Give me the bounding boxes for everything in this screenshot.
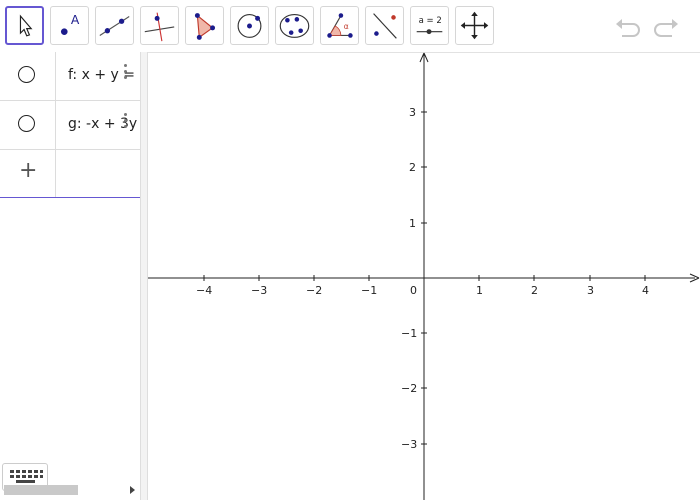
angle-icon: α xyxy=(327,13,353,38)
x-tick-label: 2 xyxy=(531,284,538,297)
move-graphics-view-tool-button[interactable] xyxy=(455,6,494,45)
perpendicular-line-tool-button[interactable] xyxy=(140,6,179,45)
point-tool-label: A xyxy=(71,13,80,27)
x-tick-label: −3 xyxy=(251,284,267,297)
move-tool-button[interactable] xyxy=(5,6,44,45)
x-tick-label: −1 xyxy=(361,284,377,297)
move-arrows-icon xyxy=(460,11,489,40)
x-tick-label: −2 xyxy=(306,284,322,297)
y-tick-label: −2 xyxy=(401,382,417,395)
point-tool-button[interactable]: A xyxy=(50,6,89,45)
view-divider[interactable] xyxy=(140,52,148,500)
angle-tool-button[interactable]: α xyxy=(320,6,359,45)
horizontal-scrollbar[interactable] xyxy=(0,485,140,495)
algebra-item-g[interactable]: g: -x + 3y xyxy=(0,101,140,150)
polygon-icon xyxy=(194,13,216,40)
algebra-item-f[interactable]: f: x + y = xyxy=(0,52,140,101)
undo-icon[interactable] xyxy=(613,12,643,42)
marble-column xyxy=(0,101,56,149)
line-tool-button[interactable] xyxy=(95,6,134,45)
origin-label: 0 xyxy=(410,284,417,297)
cursor-arrow-icon xyxy=(19,14,33,37)
slider-tool-button[interactable]: a = 2 xyxy=(410,6,449,45)
marble-column: + xyxy=(0,150,56,197)
redo-icon[interactable] xyxy=(651,12,681,42)
x-tick-label: −4 xyxy=(196,284,212,297)
x-tick-label: 3 xyxy=(587,284,594,297)
x-tick-label: 4 xyxy=(642,284,649,297)
visibility-toggle-icon[interactable] xyxy=(18,66,35,83)
line-icon xyxy=(99,16,130,36)
x-tick-label: 1 xyxy=(476,284,483,297)
circle-center-point-tool-button[interactable] xyxy=(230,6,269,45)
point-icon: A xyxy=(60,13,80,35)
slider-icon: a = 2 xyxy=(416,16,443,35)
algebra-formula[interactable]: f: x + y = xyxy=(68,67,140,83)
reflect-tool-button[interactable] xyxy=(365,6,404,45)
y-tick-label: 3 xyxy=(409,106,416,119)
polygon-tool-button[interactable] xyxy=(185,6,224,45)
visibility-toggle-icon[interactable] xyxy=(18,115,35,132)
slider-tool-label: a = 2 xyxy=(419,16,442,26)
circle-icon xyxy=(237,14,262,38)
y-tick-label: −3 xyxy=(401,438,417,451)
add-icon[interactable]: + xyxy=(19,160,37,182)
marble-column xyxy=(0,52,56,100)
graphics-canvas[interactable]: −4 −3 −2 −1 0 1 2 3 4 3 2 1 −1 −2 −3 xyxy=(148,52,700,500)
conic-tool-button[interactable] xyxy=(275,6,314,45)
more-menu-icon[interactable] xyxy=(123,64,129,84)
toolbar: A α a = 2 xyxy=(0,0,700,53)
y-tick-label: −1 xyxy=(401,327,417,340)
perpendicular-line-icon xyxy=(144,12,175,42)
scrollbar-thumb[interactable] xyxy=(4,485,78,495)
reflect-line-icon xyxy=(373,13,397,39)
more-menu-icon[interactable] xyxy=(123,113,129,133)
ellipse-icon xyxy=(279,14,310,38)
y-tick-label: 2 xyxy=(409,161,416,174)
algebra-view: f: x + y = g: -x + 3y + xyxy=(0,52,141,500)
algebra-formula[interactable]: g: -x + 3y xyxy=(68,116,140,132)
y-tick-label: 1 xyxy=(409,217,416,230)
graphics-view[interactable]: −4 −3 −2 −1 0 1 2 3 4 3 2 1 −1 −2 −3 xyxy=(148,52,700,500)
algebra-input-row[interactable]: + xyxy=(0,150,140,198)
angle-tool-label: α xyxy=(344,22,349,31)
scroll-right-arrow-icon[interactable] xyxy=(128,486,136,494)
